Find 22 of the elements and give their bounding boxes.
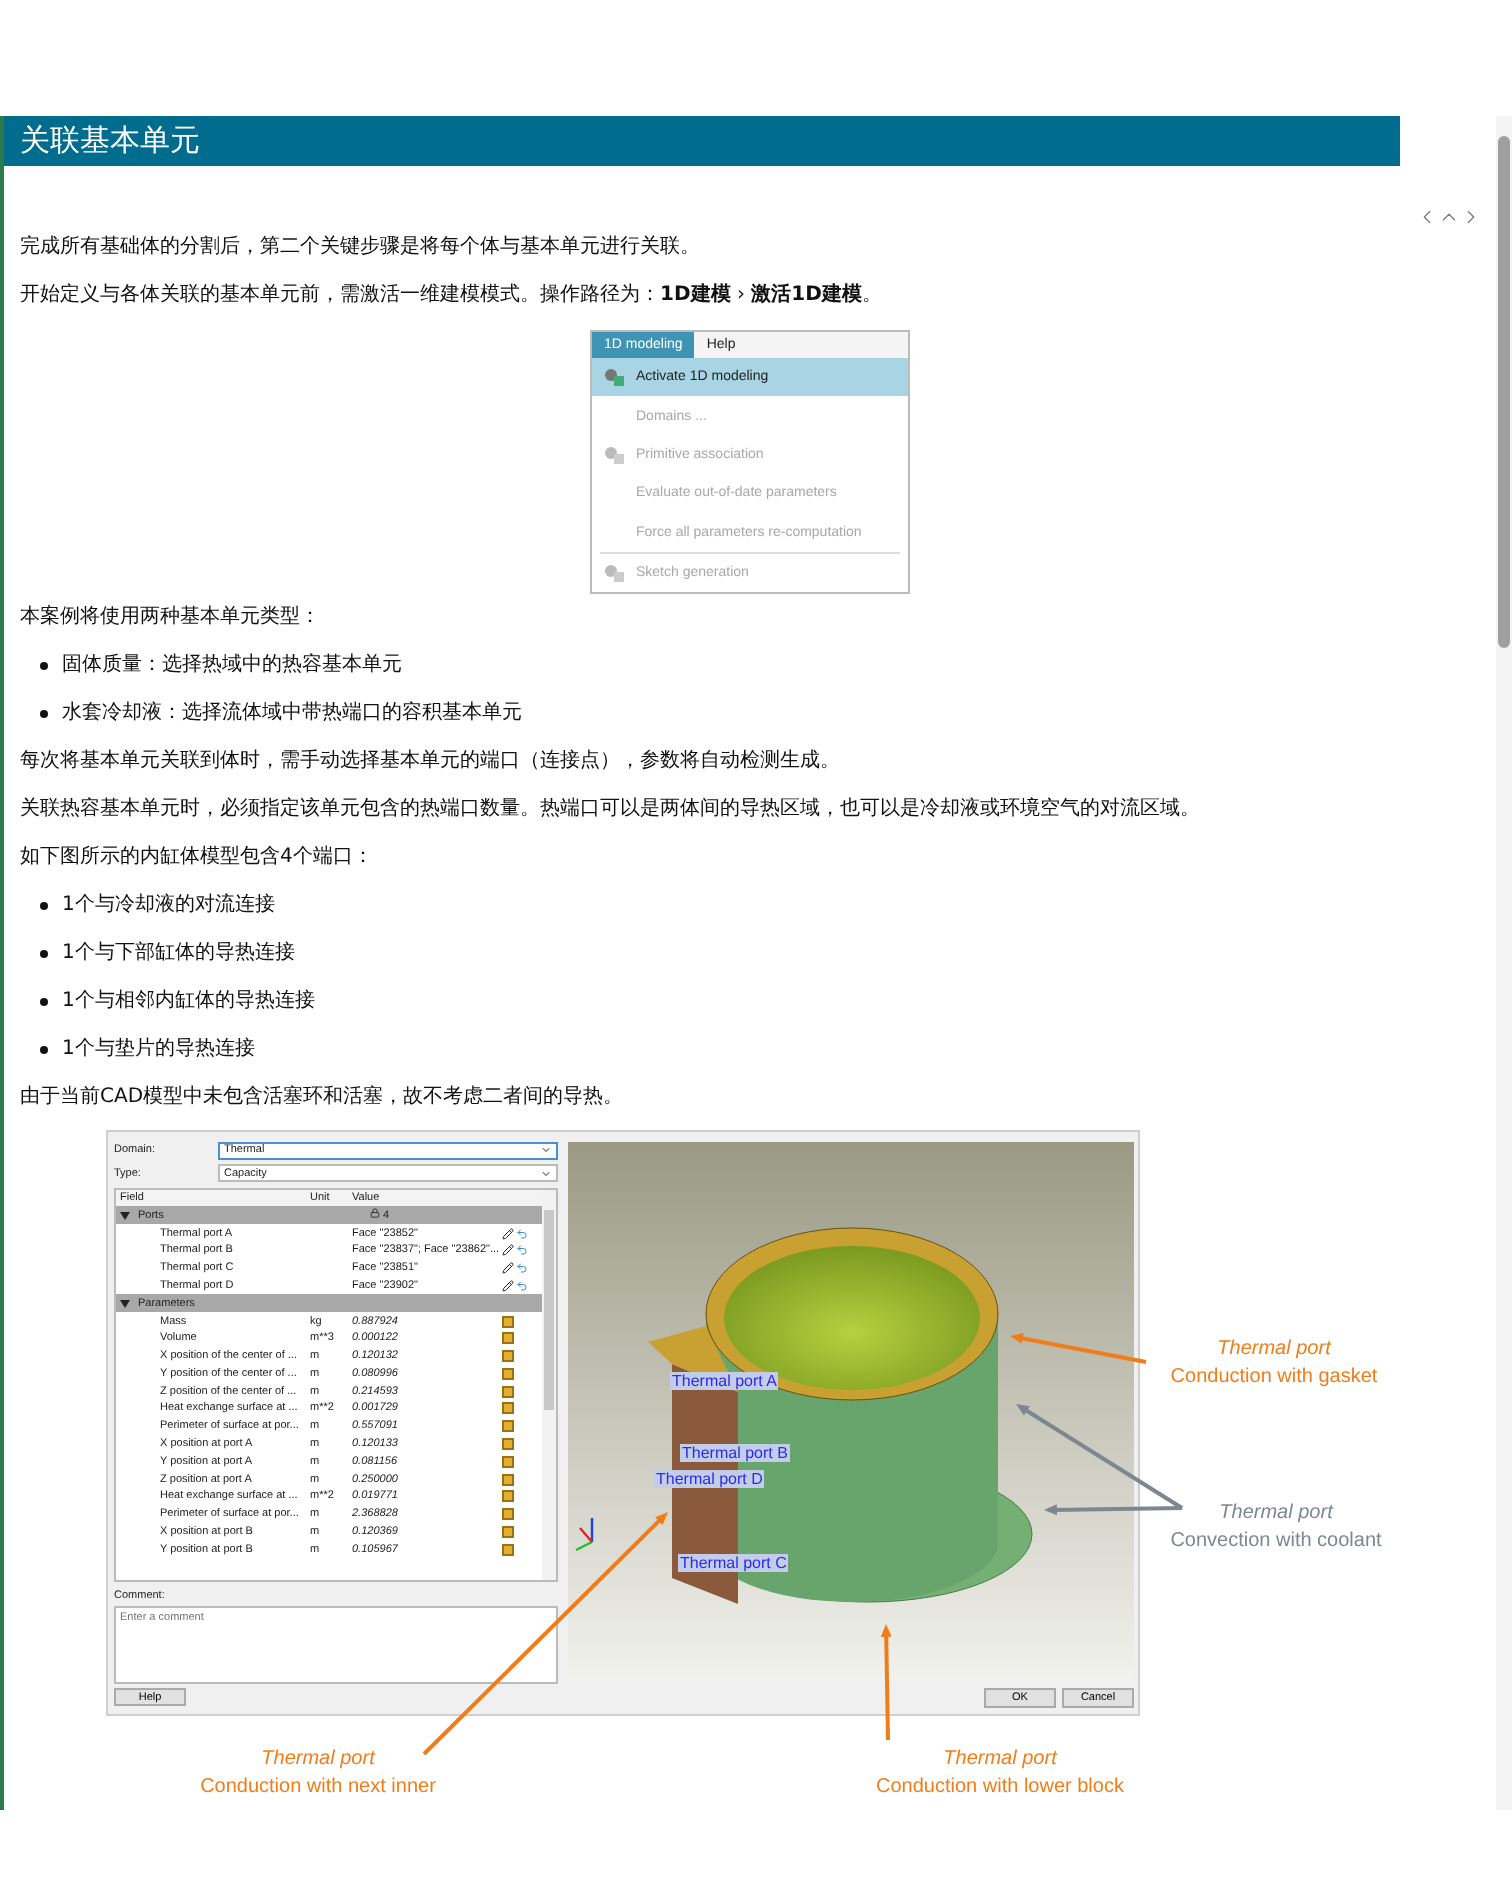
list-item: 1个与下部缸体的导热连接 xyxy=(62,940,295,969)
callout-text: Thermal port Conduction with gasket xyxy=(1168,1336,1380,1393)
port-label: Thermal port A xyxy=(670,1372,779,1391)
list-item: 1个与冷却液的对流连接 xyxy=(62,892,275,921)
list-item: 水套冷却液：选择流体域中带热端口的容积基本单元 xyxy=(62,700,522,729)
list-item: 1个与垫片的导热连接 xyxy=(62,1036,255,1065)
port-label: Thermal port B xyxy=(680,1444,790,1463)
paragraph: 关联热容基本单元时，必须指定该单元包含的热端口数量。热端口可以是两体间的导热区域，也可以是冷却液或环境空气的对流区域。 xyxy=(20,796,1202,825)
list-item: 固体质量：选择热域中的热容基本单元 xyxy=(62,652,402,681)
paragraph: 每次将基本单元关联到体时，需手动选择基本单元的端口（连接点），参数将自动检测生成。 xyxy=(20,748,842,777)
callout-text: Thermal port Conduction with lower block xyxy=(874,1746,1126,1803)
paragraph: 完成所有基础体的分割后，第二个关键步骤是将每个体与基本单元进行关联。 xyxy=(20,234,702,262)
paragraph: 本案例将使用两种基本单元类型： xyxy=(20,604,322,633)
paragraph: 如下图所示的内缸体模型包含4个端口： xyxy=(20,844,375,873)
paragraph: 开始定义与各体关联的基本单元前，需激活一维建模模式。操作路径为：1D建模 › 激活1D建模。 xyxy=(20,282,884,310)
section-title: 关联基本单元 xyxy=(4,116,1400,166)
paragraph: 由于当前CAD模型中未包含活塞环和活塞，故不考虑二者间的导热。 xyxy=(20,1084,626,1113)
callout-text: Thermal port Conduction with next inner xyxy=(198,1746,438,1803)
callout-text: Thermal port Convection with coolant xyxy=(1168,1500,1384,1557)
list-item: 1个与相邻内缸体的导热连接 xyxy=(62,988,315,1017)
port-label: Thermal port D xyxy=(654,1470,765,1489)
port-label: Thermal port C xyxy=(678,1554,789,1573)
